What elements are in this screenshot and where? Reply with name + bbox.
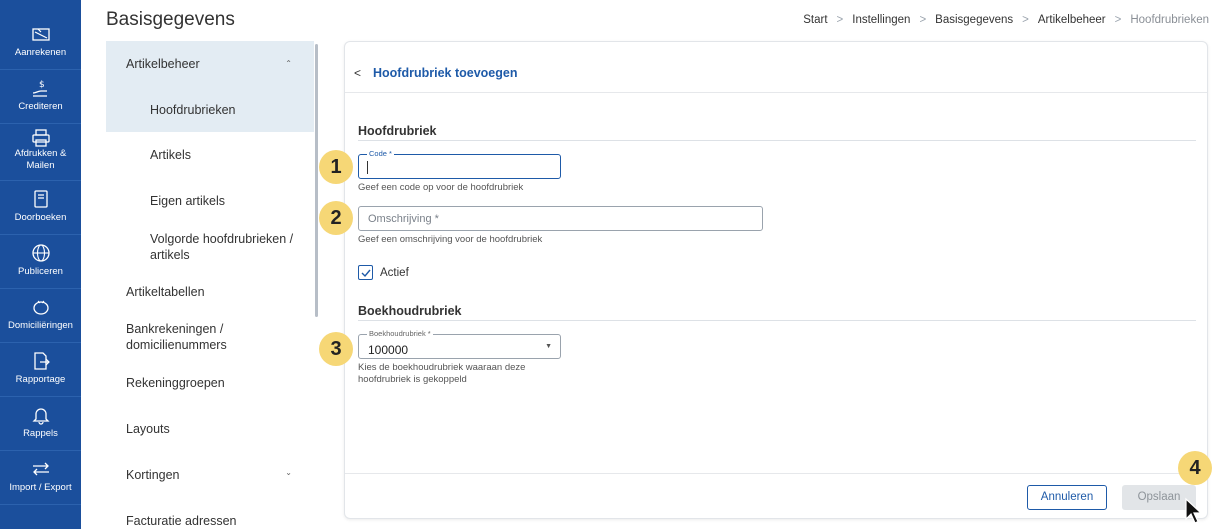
divider <box>358 320 1196 321</box>
card-header: < Hoofdrubriek toevoegen <box>345 42 1207 93</box>
nav-item-import-export[interactable]: Import / Export <box>0 451 81 505</box>
card-footer-divider <box>345 473 1207 474</box>
breadcrumb-chevron-icon: > <box>919 14 927 26</box>
subnav-item-volgorde[interactable]: Volgorde hoofdrubrieken / artikels <box>106 231 306 263</box>
arrows-swap-icon <box>32 462 49 476</box>
subnav-item-label: Artikelbeheer <box>126 57 200 71</box>
mouse-cursor-icon <box>1185 497 1203 524</box>
back-chevron-icon[interactable]: < <box>354 66 361 80</box>
nav-item-rappels[interactable]: Rappels <box>0 397 81 451</box>
hand-money-icon: $ <box>32 80 47 97</box>
subnav-item-label: Rekeninggroepen <box>126 376 225 390</box>
subnav-item-label: Hoofdrubrieken <box>150 103 236 117</box>
actief-checkbox[interactable] <box>358 265 373 280</box>
hint-line: hoofdrubriek is gekoppeld <box>358 374 467 385</box>
step-marker-4: 4 <box>1178 451 1212 485</box>
nav-item-crediteren[interactable]: $ Crediteren <box>0 70 81 124</box>
omschrijving-placeholder: Omschrijving * <box>368 213 439 225</box>
subnav-item-label: Bankrekeningen / domicilienummers <box>126 322 227 352</box>
subnav-item-facturatie-adressen[interactable]: Facturatie adressen <box>106 513 314 529</box>
chevron-down-icon: ⌄ <box>285 468 292 477</box>
breadcrumb: Start > Instellingen > Basisgegevens > Artikel… <box>803 14 1209 26</box>
code-field[interactable]: Code * <box>358 149 561 179</box>
code-field-label: Code * <box>367 149 394 158</box>
subnav-scrollbar[interactable] <box>315 44 318 317</box>
chevron-up-icon: ⌃ <box>285 59 292 68</box>
calculator-icon <box>31 28 50 41</box>
nav-item-aanrekenen[interactable]: Aanrekenen <box>0 16 81 70</box>
divider <box>358 140 1196 141</box>
subnav-item-label: Eigen artikels <box>150 194 226 208</box>
book-icon <box>33 190 48 208</box>
step-marker-3: 3 <box>319 332 353 366</box>
export-file-icon <box>33 352 50 370</box>
nav-item-afdrukken[interactable]: Afdrukken & Mailen <box>0 124 81 181</box>
breadcrumb-item[interactable]: Artikelbeheer <box>1038 14 1106 26</box>
form-card: < Hoofdrubriek toevoegen Hoofdrubriek Co… <box>344 41 1208 519</box>
boekhoudrubriek-select[interactable]: Boekhoudrubriek * 100000 ▼ <box>358 329 561 359</box>
breadcrumb-current: Hoofdrubrieken <box>1130 14 1209 26</box>
section-title-boekhoudrubriek: Boekhoudrubriek <box>358 304 462 318</box>
main-nav: Aanrekenen $ Crediteren Afdrukken & Mail… <box>0 0 81 529</box>
settings-subnav: Artikelbeheer ⌃ Hoofdrubrieken Artikels … <box>106 41 318 529</box>
checkmark-icon <box>361 269 371 278</box>
subnav-item-eigen-artikels[interactable]: Eigen artikels <box>106 193 314 209</box>
cancel-button[interactable]: Annuleren <box>1027 485 1107 510</box>
nav-item-label: Afdrukken & Mailen <box>14 148 67 171</box>
nav-item-domicilieringen[interactable]: Domiciliëringen <box>0 289 81 343</box>
breadcrumb-chevron-icon: > <box>1114 14 1122 26</box>
dropdown-caret-icon: ▼ <box>545 343 552 350</box>
subnav-item-label: Artikeltabellen <box>126 285 205 299</box>
breadcrumb-item[interactable]: Start <box>803 14 827 26</box>
boekhoudrubriek-value: 100000 <box>368 343 409 357</box>
page-title: Basisgegevens <box>106 9 235 30</box>
subnav-item-artikels[interactable]: Artikels <box>106 147 314 163</box>
nav-item-label: Publiceren <box>18 266 63 277</box>
nav-item-rapportage[interactable]: Rapportage <box>0 343 81 397</box>
nav-item-publiceren[interactable]: Publiceren <box>0 235 81 289</box>
subnav-item-rekeninggroepen[interactable]: Rekeninggroepen <box>106 375 314 391</box>
svg-text:$: $ <box>39 80 45 90</box>
code-hint: Geef een code op voor de hoofdrubriek <box>358 182 524 193</box>
subnav-item-artikelbeheer[interactable]: Artikelbeheer ⌃ <box>106 41 314 87</box>
breadcrumb-chevron-icon: > <box>1022 14 1029 26</box>
omschrijving-hint: Geef een omschrijving voor de hoofdrubri… <box>358 234 543 245</box>
step-marker-1: 1 <box>319 150 353 184</box>
step-marker-2: 2 <box>319 201 353 235</box>
subnav-item-label: Layouts <box>126 422 170 436</box>
text-caret <box>367 161 368 174</box>
hint-line: Kies de boekhoudrubriek waaraan deze <box>358 362 526 373</box>
breadcrumb-item[interactable]: Instellingen <box>852 14 910 26</box>
subnav-item-kortingen[interactable]: Kortingen ⌄ <box>106 467 314 483</box>
breadcrumb-chevron-icon: > <box>836 14 844 26</box>
piggy-bank-icon <box>32 300 49 315</box>
section-title-hoofdrubriek: Hoofdrubriek <box>358 124 437 138</box>
nav-item-label: Domiciliëringen <box>8 320 73 331</box>
subnav-item-layouts[interactable]: Layouts <box>106 421 314 437</box>
boekhoudrubriek-hint: Kies de boekhoudrubriek waaraan deze hoo… <box>358 362 525 386</box>
globe-icon <box>31 244 50 262</box>
nav-item-label: Doorboeken <box>14 212 67 223</box>
subnav-item-label: Facturatie adressen <box>126 514 237 528</box>
subnav-item-label: Volgorde hoofdrubrieken / artikels <box>150 232 294 262</box>
boekhoudrubriek-label: Boekhoudrubriek * <box>367 329 433 338</box>
nav-item-label: Rapportage <box>15 374 66 385</box>
nav-item-label: Import / Export <box>9 482 72 493</box>
breadcrumb-item[interactable]: Basisgegevens <box>935 14 1013 26</box>
nav-item-label: Aanrekenen <box>14 47 67 58</box>
nav-item-label: Crediteren <box>18 101 63 112</box>
nav-item-doorboeken[interactable]: Doorboeken <box>0 181 81 235</box>
nav-item-label: Rappels <box>23 428 58 439</box>
printer-icon <box>31 129 50 147</box>
subnav-item-hoofdrubrieken[interactable]: Hoofdrubrieken <box>106 87 314 132</box>
bell-icon <box>31 408 50 425</box>
subnav-item-bankrekeningen[interactable]: Bankrekeningen / domicilienummers <box>106 321 256 353</box>
subnav-item-label: Kortingen <box>126 468 180 482</box>
subnav-item-label: Artikels <box>150 148 191 162</box>
omschrijving-field[interactable]: Omschrijving * <box>358 206 763 231</box>
subnav-item-artikeltabellen[interactable]: Artikeltabellen <box>106 284 314 300</box>
form-title: Hoofdrubriek toevoegen <box>373 66 518 80</box>
actief-label: Actief <box>380 267 409 279</box>
